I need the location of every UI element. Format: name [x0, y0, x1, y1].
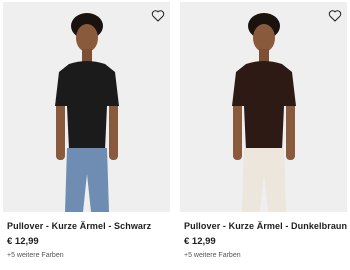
- bottom-garment: [65, 148, 109, 212]
- product-image[interactable]: [180, 2, 347, 212]
- product-image[interactable]: [3, 2, 170, 212]
- more-colors-label[interactable]: +5 weitere Farben: [7, 252, 64, 259]
- product-title[interactable]: Pullover - Kurze Ärmel - Schwarz: [7, 221, 151, 231]
- favorite-button[interactable]: [150, 7, 166, 23]
- heart-outline-icon: [151, 9, 165, 22]
- product-card[interactable]: Pullover - Kurze Ärmel - Schwarz € 12,99…: [3, 0, 173, 270]
- heart-outline-icon: [328, 9, 342, 22]
- bottom-garment: [242, 148, 286, 212]
- product-price: € 12,99: [7, 236, 39, 247]
- favorite-button[interactable]: [327, 7, 343, 23]
- product-card[interactable]: Pullover - Kurze Ärmel - Dunkelbraun € 1…: [180, 0, 350, 270]
- more-colors-label[interactable]: +5 weitere Farben: [184, 252, 241, 259]
- product-price: € 12,99: [184, 236, 216, 247]
- product-grid: Pullover - Kurze Ärmel - Schwarz € 12,99…: [0, 0, 350, 270]
- product-title[interactable]: Pullover - Kurze Ärmel - Dunkelbraun: [184, 221, 347, 231]
